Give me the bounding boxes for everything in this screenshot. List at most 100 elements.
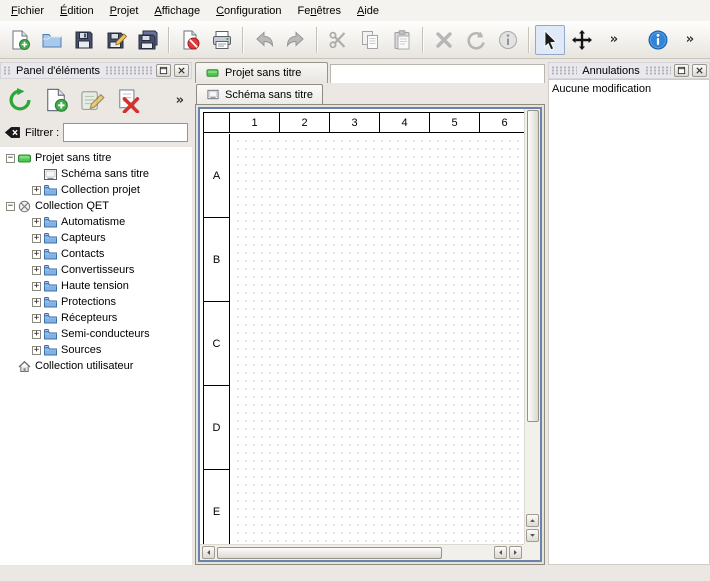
- undo-history-list[interactable]: Aucune modification: [548, 79, 710, 565]
- undo-button[interactable]: [249, 25, 279, 55]
- expand-toggle[interactable]: +: [32, 186, 41, 195]
- save-as-button[interactable]: [101, 25, 131, 55]
- scroll-left-secondary-button[interactable]: [494, 546, 507, 559]
- tree-item-contacts[interactable]: +Contacts: [2, 246, 192, 262]
- menu-affichage[interactable]: Affichage: [146, 2, 208, 20]
- expand-toggle[interactable]: +: [32, 298, 41, 307]
- redo-button[interactable]: [281, 25, 311, 55]
- column-header: 2: [280, 113, 330, 132]
- paste-button[interactable]: [387, 25, 417, 55]
- tree-item-collection-projet[interactable]: +Collection projet: [2, 182, 192, 198]
- print-button[interactable]: [207, 25, 237, 55]
- close-undo-panel-button[interactable]: [692, 64, 707, 77]
- expand-toggle[interactable]: +: [32, 282, 41, 291]
- tree-item-semi-conducteurs[interactable]: + Semi-conducteurs: [2, 326, 192, 342]
- arrow-left-icon: [497, 549, 504, 556]
- tree-item-convertisseurs[interactable]: +Convertisseurs: [2, 262, 192, 278]
- tree-item-label: Capteurs: [61, 232, 106, 244]
- open-document-button[interactable]: [37, 25, 67, 55]
- expand-toggle[interactable]: +: [32, 234, 41, 243]
- tree-item-schema-sans-titre[interactable]: Schéma sans titre: [2, 166, 192, 182]
- tree-item-recepteurs[interactable]: +Récepteurs: [2, 310, 192, 326]
- pan-mode-button[interactable]: [567, 25, 597, 55]
- close-document-button[interactable]: [175, 25, 205, 55]
- copy-pages-icon: [359, 29, 381, 51]
- expand-toggle[interactable]: +: [32, 266, 41, 275]
- expand-toggle[interactable]: +: [32, 218, 41, 227]
- about-button[interactable]: [643, 25, 673, 55]
- float-undo-panel-button[interactable]: [674, 64, 689, 77]
- tree-item-collection-utilisateur[interactable]: Collection utilisateur: [2, 358, 192, 374]
- menu-aide[interactable]: Aide: [349, 2, 387, 20]
- reload-collections-button[interactable]: [3, 83, 37, 117]
- float-panel-button[interactable]: [156, 64, 171, 77]
- delete-button[interactable]: [429, 25, 459, 55]
- elements-panel-titlebar[interactable]: Panel d'éléments: [0, 62, 192, 79]
- vertical-scrollbar[interactable]: [524, 109, 540, 544]
- menu-fichier[interactable]: Fichier: [3, 2, 52, 20]
- modes-overflow-button[interactable]: »: [599, 25, 629, 55]
- tree-item-haute-tension[interactable]: +Haute tension: [2, 278, 192, 294]
- tree-item-label: Semi-conducteurs: [61, 328, 150, 340]
- menu-projet[interactable]: Projet: [102, 2, 147, 20]
- expand-toggle[interactable]: +: [32, 346, 41, 355]
- new-document-icon: [9, 29, 31, 51]
- grid-area[interactable]: [231, 134, 524, 544]
- tree-item-protections[interactable]: +Protections: [2, 294, 192, 310]
- copy-button[interactable]: [355, 25, 385, 55]
- new-element-icon: [43, 87, 69, 113]
- panel-overflow-button[interactable]: »: [170, 94, 190, 107]
- float-icon: [677, 66, 686, 75]
- open-folder-icon: [41, 29, 63, 51]
- tree-item-sources[interactable]: +Sources: [2, 342, 192, 358]
- hscroll-thumb[interactable]: [217, 547, 442, 559]
- close-panel-button[interactable]: [174, 64, 189, 77]
- select-mode-button[interactable]: [535, 25, 565, 55]
- tabbar-empty-area: [330, 64, 545, 83]
- schema-view: 123456 ABCDE: [198, 107, 542, 562]
- delete-element-button[interactable]: [111, 83, 145, 117]
- expand-toggle[interactable]: +: [32, 250, 41, 259]
- cut-button[interactable]: [323, 25, 353, 55]
- help-overflow-button[interactable]: »: [675, 25, 705, 55]
- new-document-button[interactable]: [5, 25, 35, 55]
- edit-element-button[interactable]: [75, 83, 109, 117]
- rotate-button[interactable]: [461, 25, 491, 55]
- expand-toggle[interactable]: +: [32, 314, 41, 323]
- scroll-right-button[interactable]: [509, 546, 522, 559]
- toolbar-separator: [316, 27, 318, 53]
- tree-item-collection-qet[interactable]: −Collection QET: [2, 198, 192, 214]
- save-all-button[interactable]: [133, 25, 163, 55]
- new-element-button[interactable]: [39, 83, 73, 117]
- rotate-arrow-icon: [465, 29, 487, 51]
- schema-viewport[interactable]: 123456 ABCDE: [200, 109, 524, 544]
- horizontal-scrollbar[interactable]: [200, 544, 524, 560]
- menu-fenetres[interactable]: Fenêtres: [290, 2, 349, 20]
- mdi-area: 123456 ABCDE: [195, 104, 545, 565]
- menu-edition[interactable]: Édition: [52, 2, 102, 20]
- scroll-down-button[interactable]: [526, 529, 539, 542]
- tab-project[interactable]: Projet sans titre: [195, 62, 328, 83]
- collapse-toggle[interactable]: −: [6, 154, 15, 163]
- menu-configuration[interactable]: Configuration: [208, 2, 289, 20]
- scroll-left-button[interactable]: [202, 546, 215, 559]
- tree-item-automatisme[interactable]: +Automatisme: [2, 214, 192, 230]
- filter-input[interactable]: [63, 123, 188, 142]
- expand-toggle[interactable]: +: [32, 330, 41, 339]
- tree-item-label: Collection utilisateur: [35, 360, 133, 372]
- delete-element-icon: [115, 87, 141, 113]
- save-button[interactable]: [69, 25, 99, 55]
- clear-filter-button[interactable]: [4, 124, 21, 141]
- tab-schema[interactable]: Schéma sans titre: [196, 84, 323, 104]
- vscroll-thumb[interactable]: [527, 110, 539, 422]
- column-header: 5: [430, 113, 480, 132]
- tree-item-projet-sans-titre[interactable]: −Projet sans titre: [2, 150, 192, 166]
- element-info-button[interactable]: [493, 25, 523, 55]
- tree-item-capteurs[interactable]: + Capteurs: [2, 230, 192, 246]
- scroll-up-button[interactable]: [526, 514, 539, 527]
- collapse-toggle[interactable]: −: [6, 202, 15, 211]
- row-header: B: [204, 218, 229, 302]
- undo-panel-titlebar[interactable]: Annulations: [548, 62, 710, 79]
- sheet-column-ruler: 123456: [204, 113, 524, 133]
- toolbar-group-modes: »: [534, 25, 630, 55]
